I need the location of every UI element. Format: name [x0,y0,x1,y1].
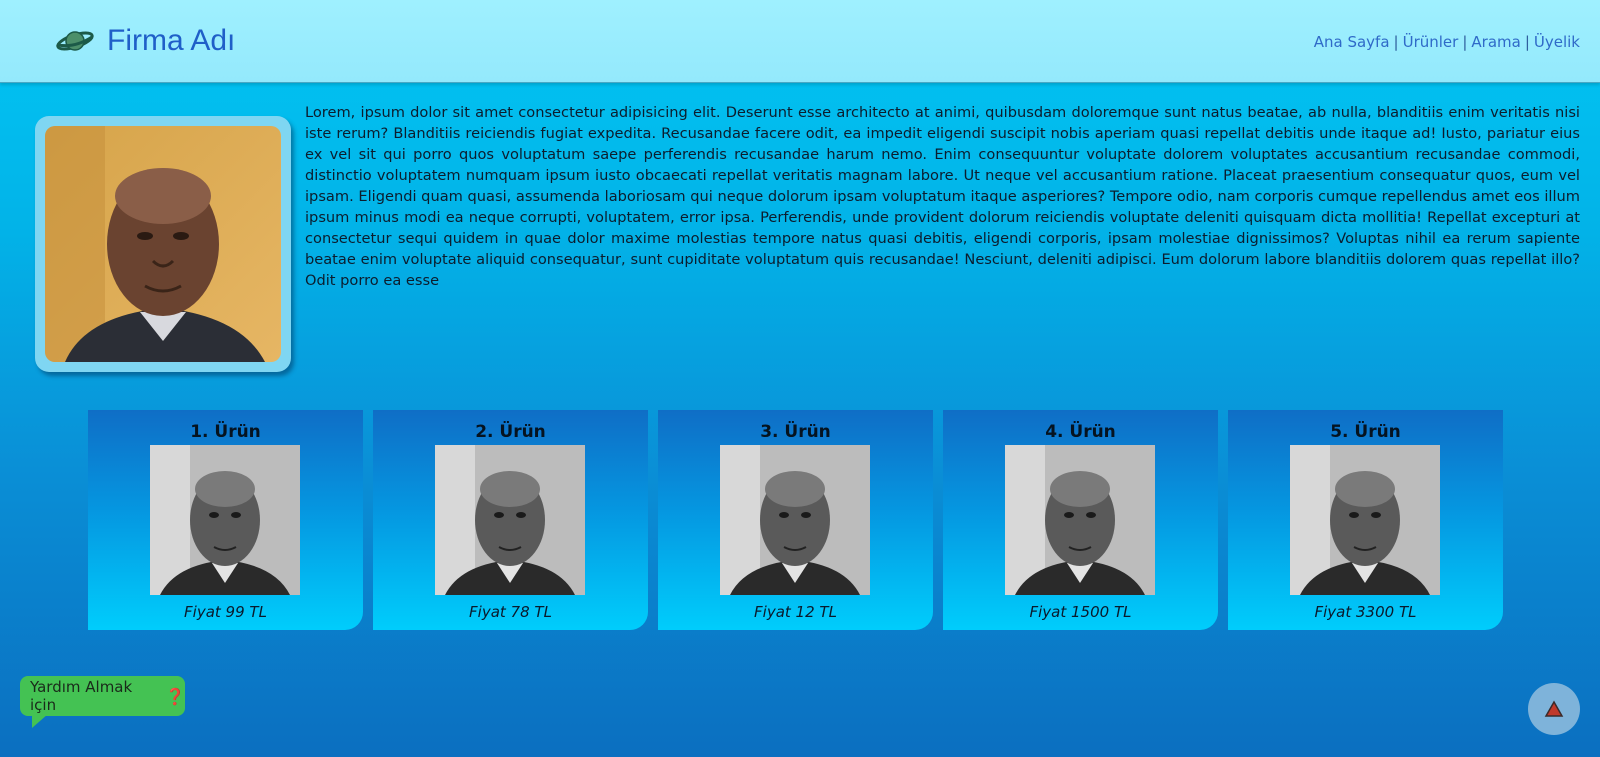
product-card[interactable]: 5. Ürün Fiyat 3300 TL [1228,410,1503,630]
nav-link-uyelik[interactable]: Üyelik [1534,33,1580,51]
product-image [1290,445,1440,595]
help-chat-button[interactable]: Yardım Almak için ❓ [20,676,185,728]
brand-name: Firma Adı [107,24,236,57]
product-image [435,445,585,595]
product-list: 1. Ürün Fiyat 99 TL 2. Ürün Fiyat 78 TL 3.… [88,410,1503,630]
product-card[interactable]: 4. Ürün Fiyat 1500 TL [943,410,1218,630]
product-title: 1. Ürün [190,422,261,442]
nav-link-arama[interactable]: Arama [1471,33,1520,51]
portrait-photo [45,126,281,362]
nav-separator: | [1462,33,1468,51]
site-header: Firma Adı Ana Sayfa | Ürünler | Arama | Üyelik [0,0,1600,83]
nav-link-ana-sayfa[interactable]: Ana Sayfa [1314,33,1390,51]
product-card[interactable]: 1. Ürün Fiyat 99 TL [88,410,363,630]
product-price: Fiyat 12 TL [754,603,837,621]
product-title: 4. Ürün [1045,422,1116,442]
product-title: 5. Ürün [1330,422,1401,442]
product-title: 2. Ürün [475,422,546,442]
product-price: Fiyat 1500 TL [1029,603,1132,621]
product-price: Fiyat 99 TL [184,603,267,621]
brand[interactable]: Firma Adı [55,24,235,58]
main-nav: Ana Sayfa | Ürünler | Arama | Üyelik [1314,33,1580,51]
portrait-frame [35,116,291,372]
arrow-up-icon [1544,700,1564,717]
intro-text: Lorem, ipsum dolor sit amet consectetur … [305,104,1580,289]
product-image [720,445,870,595]
product-image [1005,445,1155,595]
product-image [150,445,300,595]
product-price: Fiyat 78 TL [469,603,552,621]
nav-separator: | [1524,33,1530,51]
question-icon: ❓ [165,686,185,706]
product-price: Fiyat 3300 TL [1314,603,1417,621]
scroll-to-top-button[interactable] [1528,683,1580,735]
help-label: Yardım Almak için [30,678,133,714]
product-card[interactable]: 3. Ürün Fiyat 12 TL [658,410,933,630]
nav-link-urunler[interactable]: Ürünler [1403,33,1459,51]
nav-separator: | [1393,33,1399,51]
product-card[interactable]: 2. Ürün Fiyat 78 TL [373,410,648,630]
planet-icon [56,31,94,51]
product-title: 3. Ürün [760,422,831,442]
